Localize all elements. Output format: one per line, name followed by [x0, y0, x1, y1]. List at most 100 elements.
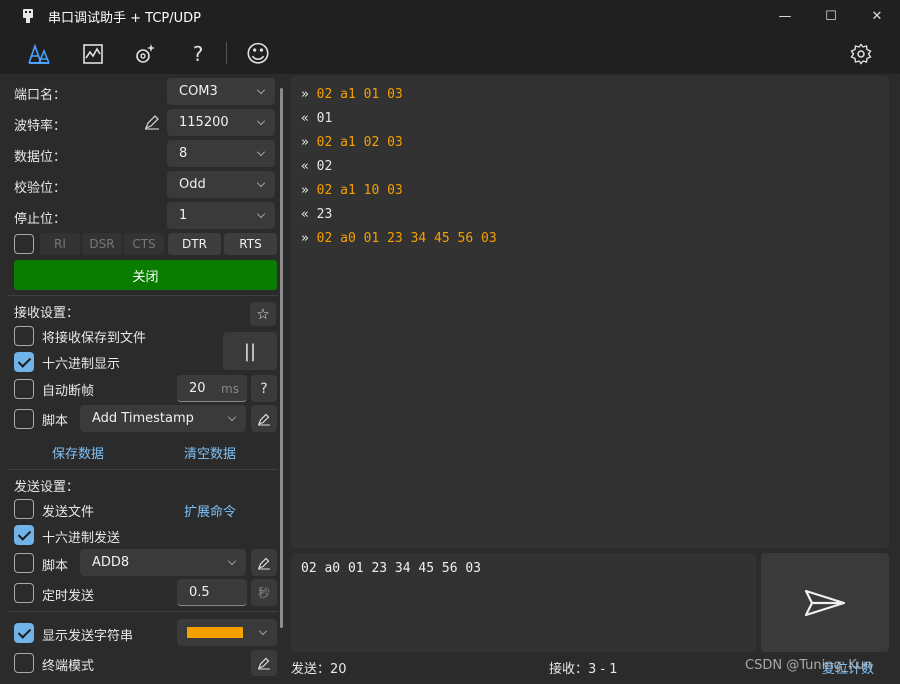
save-data-link[interactable]: 保存数据	[52, 443, 104, 462]
hex-send-checkbox[interactable]	[14, 525, 34, 545]
databits-row: 数据位：	[14, 146, 66, 165]
extended-commands-link[interactable]: 扩展命令	[184, 501, 236, 520]
sparkle-settings-icon[interactable]	[131, 40, 159, 68]
baud-label: 波特率：	[14, 119, 67, 134]
hex-send-label: 十六进制发送	[42, 531, 121, 546]
send-button[interactable]	[761, 553, 889, 652]
receive-log[interactable]: » 02 a1 01 03 « 01 » 02 a1 02 03 « 02 » …	[291, 76, 889, 548]
parity-row: 校验位：	[14, 177, 66, 196]
timed-send-unit: 秒	[251, 579, 277, 606]
tx-arrow: »	[301, 135, 309, 150]
parity-value: Odd	[179, 177, 206, 192]
hex-display-row: 十六进制显示	[42, 353, 120, 372]
send-script-edit-button[interactable]	[251, 549, 277, 576]
settings-scrollbar[interactable]	[280, 88, 283, 628]
send-script-select[interactable]: ADD8	[80, 549, 246, 576]
port-label: 端口名：	[14, 88, 67, 103]
terminal-mode-row: 终端模式	[42, 655, 94, 674]
close-window-button[interactable]: ✕	[854, 0, 900, 32]
edit-icon	[257, 557, 270, 569]
show-send-string-checkbox[interactable]	[14, 623, 34, 643]
receive-script-label: 脚本	[42, 414, 69, 429]
ri-indicator: RI	[40, 233, 80, 255]
send-string-color-select[interactable]	[177, 619, 277, 646]
terminal-mode-checkbox[interactable]	[14, 653, 34, 673]
send-section-label: 发送设置：	[14, 480, 80, 495]
dtr-button[interactable]: DTR	[168, 233, 221, 255]
save-to-file-checkbox[interactable]	[14, 326, 34, 346]
pen-icon[interactable]	[143, 113, 161, 131]
signals-checkbox[interactable]	[14, 234, 34, 254]
star-icon: ☆	[256, 305, 270, 323]
parity-select[interactable]: Odd	[167, 171, 275, 198]
minimize-button[interactable]: —	[762, 0, 808, 32]
auto-frame-help-button[interactable]: ?	[251, 375, 277, 402]
send-script-checkbox[interactable]	[14, 553, 34, 573]
gear-icon[interactable]	[847, 40, 875, 68]
terminal-mode-edit-button[interactable]	[251, 650, 277, 676]
log-line: « 23	[301, 207, 332, 222]
send-section-header: 发送设置：	[14, 476, 79, 495]
close-port-button[interactable]: 关闭	[14, 260, 277, 290]
send-file-row: 发送文件	[42, 501, 94, 520]
show-send-string-label: 显示发送字符串	[42, 629, 134, 644]
log-line: « 01	[301, 111, 332, 126]
baud-select[interactable]: 115200	[167, 109, 275, 136]
tx-arrow: »	[301, 231, 309, 246]
save-to-file-label: 将接收保存到文件	[42, 331, 147, 346]
receive-script-edit-button[interactable]	[251, 405, 277, 432]
log-text: 01	[316, 111, 333, 126]
chevron-down-icon	[257, 210, 265, 218]
send-file-label: 发送文件	[42, 505, 95, 520]
log-text: 02 a1 02 03	[316, 135, 403, 150]
pause-button[interactable]: ||	[223, 332, 277, 370]
maximize-icon: ☐	[825, 8, 837, 24]
chevron-down-icon	[259, 627, 267, 635]
clear-data-link[interactable]: 清空数据	[184, 443, 236, 462]
receive-section-header: 接收设置：	[14, 302, 79, 321]
maximize-button[interactable]: ☐	[808, 0, 854, 32]
rts-button[interactable]: RTS	[224, 233, 277, 255]
title-bar: 串口调试助手 + TCP/UDP — ☐ ✕	[0, 0, 900, 32]
show-send-string-row: 显示发送字符串	[42, 625, 133, 644]
stopbits-select[interactable]: 1	[167, 202, 275, 229]
hex-display-label: 十六进制显示	[42, 357, 121, 372]
timed-send-row: 定时发送	[42, 585, 94, 604]
receive-script-select[interactable]: Add Timestamp	[80, 405, 246, 432]
rx-arrow: «	[301, 111, 309, 126]
divider	[8, 469, 278, 470]
send-file-checkbox[interactable]	[14, 499, 34, 519]
received-count: 接收：3 - 1	[549, 662, 618, 677]
send-input[interactable]: 02 a0 01 23 34 45 56 03	[291, 553, 756, 652]
auto-frame-unit: ms	[221, 382, 239, 396]
timed-send-label: 定时发送	[42, 589, 95, 604]
hex-send-row: 十六进制发送	[42, 527, 120, 546]
help-icon[interactable]: ?	[184, 40, 212, 68]
color-swatch	[187, 627, 243, 638]
send-script-value: ADD8	[92, 555, 130, 570]
port-select[interactable]: COM3	[167, 78, 275, 105]
timed-send-input[interactable]: 0.5	[177, 579, 247, 606]
chevron-down-icon	[257, 117, 265, 125]
settings-panel: 端口名： COM3 波特率： 115200 数据位： 8 校验位： Odd 停止…	[8, 76, 284, 684]
receive-section-label: 接收设置：	[14, 306, 80, 321]
databits-value: 8	[179, 146, 188, 161]
log-line: » 02 a0 01 23 34 45 56 03	[301, 231, 497, 246]
log-line: » 02 a1 02 03	[301, 135, 403, 150]
help-glyph: ?	[192, 42, 204, 66]
timed-send-checkbox[interactable]	[14, 583, 34, 603]
favorite-button[interactable]: ☆	[250, 302, 276, 326]
receive-script-checkbox[interactable]	[14, 409, 34, 429]
log-line: » 02 a1 10 03	[301, 183, 403, 198]
cts-indicator: CTS	[124, 233, 164, 255]
smiley-icon[interactable]: ☺	[244, 40, 272, 68]
databits-select[interactable]: 8	[167, 140, 275, 167]
save-to-file-row: 将接收保存到文件	[42, 327, 146, 346]
chart-icon[interactable]	[79, 40, 107, 68]
rx-arrow: «	[301, 207, 309, 222]
window-title: 串口调试助手 + TCP/UDP	[48, 10, 201, 26]
pause-icon: ||	[243, 340, 257, 362]
auto-frame-checkbox[interactable]	[14, 379, 34, 399]
hex-display-checkbox[interactable]	[14, 352, 34, 372]
stopbits-label: 停止位：	[14, 212, 67, 227]
